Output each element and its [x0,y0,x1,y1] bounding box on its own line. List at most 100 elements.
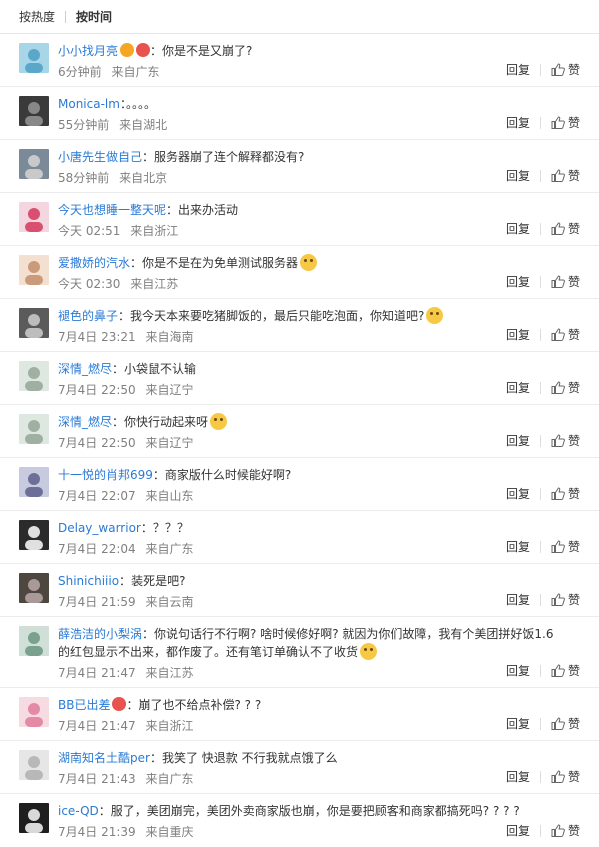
avatar[interactable] [19,96,49,126]
avatar[interactable] [19,626,49,656]
reply-button[interactable]: 回复 [506,662,530,679]
doge-emoji [210,413,228,430]
comment-location: 来自广东 [111,65,160,79]
comment-username[interactable]: Delay_warrior [58,521,141,535]
comment-item: BB已出差 ：崩了也不给点补偿? ? ? 7月4日 21:47 来自浙江 回复 赞 [0,688,599,741]
like-button[interactable]: 赞 [551,273,580,290]
comment-actions: 回复 赞 [506,379,580,396]
comment-text: 我今天本来要吃猪脚饭的，最后只能吃泡面，你知道吧? [130,309,425,323]
comment-username[interactable]: 十一悦的肖邦699 [58,468,153,482]
like-button[interactable]: 赞 [551,715,580,732]
comment-meta: 58分钟前 来自北京 [58,169,559,187]
like-button[interactable]: 赞 [551,326,580,343]
comment-username[interactable]: 深情_燃尽 [58,362,112,376]
reply-button[interactable]: 回复 [506,715,530,732]
comment-meta: 7月4日 21:43 来自广东 [58,770,559,788]
like-button[interactable]: 赞 [551,379,580,396]
comment-text: 你是不是在为免单测试服务器 [142,256,299,270]
colon-separator: ： [152,468,165,482]
like-button[interactable]: 赞 [551,114,580,131]
reply-button[interactable]: 回复 [506,432,530,449]
comment-time: 7月4日 21:59 [58,595,136,609]
avatar[interactable] [19,414,49,444]
like-button[interactable]: 赞 [551,822,580,839]
like-button[interactable]: 赞 [551,591,580,608]
like-button[interactable]: 赞 [551,485,580,502]
divider [539,717,541,730]
member-badge-icon [136,43,151,57]
comment-username[interactable]: 小小找月亮 [58,44,118,58]
comment-item: 十一悦的肖邦699：商家版什么时候能好啊? 7月4日 22:07 来自山东 回复… [0,458,599,511]
comment-username[interactable]: Shinichiiio [58,574,119,588]
reply-button[interactable]: 回复 [506,167,530,184]
comment-username[interactable]: 薛浩洁的小梨涡 [58,627,142,641]
reply-button[interactable]: 回复 [506,379,530,396]
divider [539,824,541,837]
comment-username[interactable]: BB已出差 [58,698,110,712]
divider [539,222,541,235]
comment-location: 来自浙江 [145,719,194,733]
thumbs-up-icon [551,593,565,606]
reply-button[interactable]: 回复 [506,114,530,131]
thumbs-up-icon [551,487,565,500]
like-button[interactable]: 赞 [551,220,580,237]
avatar[interactable] [19,697,49,727]
comment-actions: 回复 赞 [506,822,580,839]
reply-button[interactable]: 回复 [506,220,530,237]
comment-username[interactable]: 爱撒娇的汽水 [58,256,130,270]
avatar[interactable] [19,149,49,179]
colon-separator: ： [118,309,131,323]
comment-username[interactable]: ice-QD [58,804,99,818]
thumbs-up-icon [551,540,565,553]
avatar[interactable] [19,467,49,497]
like-button[interactable]: 赞 [551,61,580,78]
colon-separator: ： [149,751,162,765]
like-button[interactable]: 赞 [551,538,580,555]
like-button[interactable]: 赞 [551,432,580,449]
reply-button[interactable]: 回复 [506,61,530,78]
avatar[interactable] [19,202,49,232]
comment-time: 今天 02:30 [58,277,121,291]
sort-by-time-tab[interactable]: 按时间 [76,8,112,25]
comment-username[interactable]: 深情_燃尽 [58,415,112,429]
reply-button[interactable]: 回复 [506,768,530,785]
like-button[interactable]: 赞 [551,768,580,785]
like-button[interactable]: 赞 [551,662,580,679]
comment-time: 55分钟前 [58,118,110,132]
comment-username[interactable]: Monica-lm [58,97,120,111]
comment-username[interactable]: 今天也想睡一整天呢 [58,203,166,217]
sort-by-hot-tab[interactable]: 按热度 [19,8,55,25]
reply-button[interactable]: 回复 [506,326,530,343]
avatar[interactable] [19,255,49,285]
comment-meta: 6分钟前 来自广东 [58,63,559,81]
reply-button[interactable]: 回复 [506,591,530,608]
avatar[interactable] [19,803,49,833]
reply-button[interactable]: 回复 [506,273,530,290]
sort-bar: 按热度 按时间 [0,0,599,34]
colon-separator: ： [98,804,111,818]
comment-meta: 7月4日 23:21 来自海南 [58,328,559,346]
reply-button[interactable]: 回复 [506,485,530,502]
comment-location: 来自江苏 [145,666,194,680]
reply-button[interactable]: 回复 [506,538,530,555]
avatar[interactable] [19,43,49,73]
avatar[interactable] [19,520,49,550]
thumbs-up-icon [551,328,565,341]
like-button[interactable]: 赞 [551,167,580,184]
comment-time: 7月4日 22:07 [58,489,136,503]
comment-username[interactable]: 褪色的鼻子 [58,309,118,323]
avatar[interactable] [19,573,49,603]
comment-username[interactable]: 小唐先生做自己 [58,150,142,164]
avatar[interactable] [19,308,49,338]
vip-v-icon [120,43,135,57]
colon-separator: ： [112,362,125,376]
comment-username[interactable]: 湖南知名土酷per [58,751,150,765]
comment-item: Shinichiiio：装死是吧? 7月4日 21:59 来自云南 回复 赞 [0,564,599,617]
comment-location: 来自海南 [145,330,194,344]
avatar[interactable] [19,361,49,391]
like-label: 赞 [567,664,580,678]
comment-meta: 7月4日 22:50 来自辽宁 [58,434,559,452]
thumbs-up-icon [551,222,565,235]
avatar[interactable] [19,750,49,780]
reply-button[interactable]: 回复 [506,822,530,839]
